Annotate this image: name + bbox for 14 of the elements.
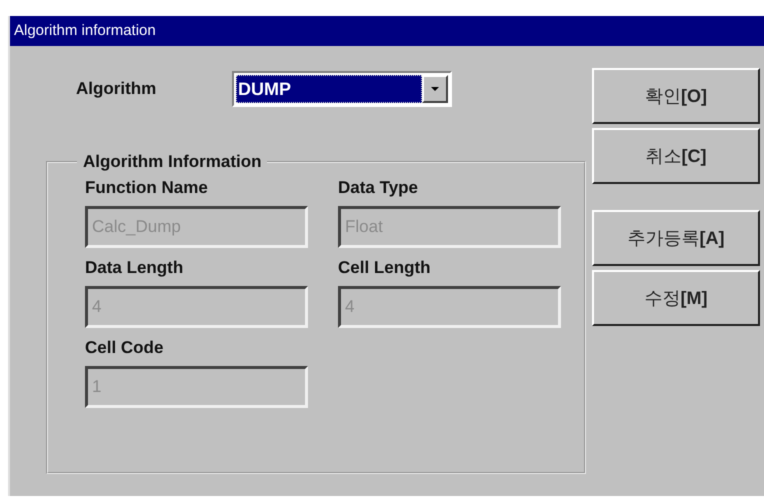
dialog-button[interactable]: 수정[M] — [592, 270, 760, 326]
field-label: Data Type — [338, 178, 419, 199]
field-label: Cell Length — [338, 258, 432, 279]
dialog-button[interactable]: 확인[O] — [592, 68, 760, 124]
field-label: Data Length — [85, 258, 184, 279]
dialog-button[interactable]: 추가등록[A] — [592, 210, 760, 266]
dropdown-arrow-icon — [431, 86, 439, 92]
window-title: Algorithm information — [10, 16, 764, 46]
dialog-button[interactable]: 취소[C] — [592, 128, 760, 184]
algorithm-label: Algorithm — [75, 79, 158, 99]
group-title: Algorithm Information — [82, 152, 262, 172]
field-label: Cell Code — [85, 338, 164, 359]
field-label: Function Name — [85, 178, 209, 199]
algorithm-dropdown[interactable]: DUMP — [232, 71, 452, 107]
